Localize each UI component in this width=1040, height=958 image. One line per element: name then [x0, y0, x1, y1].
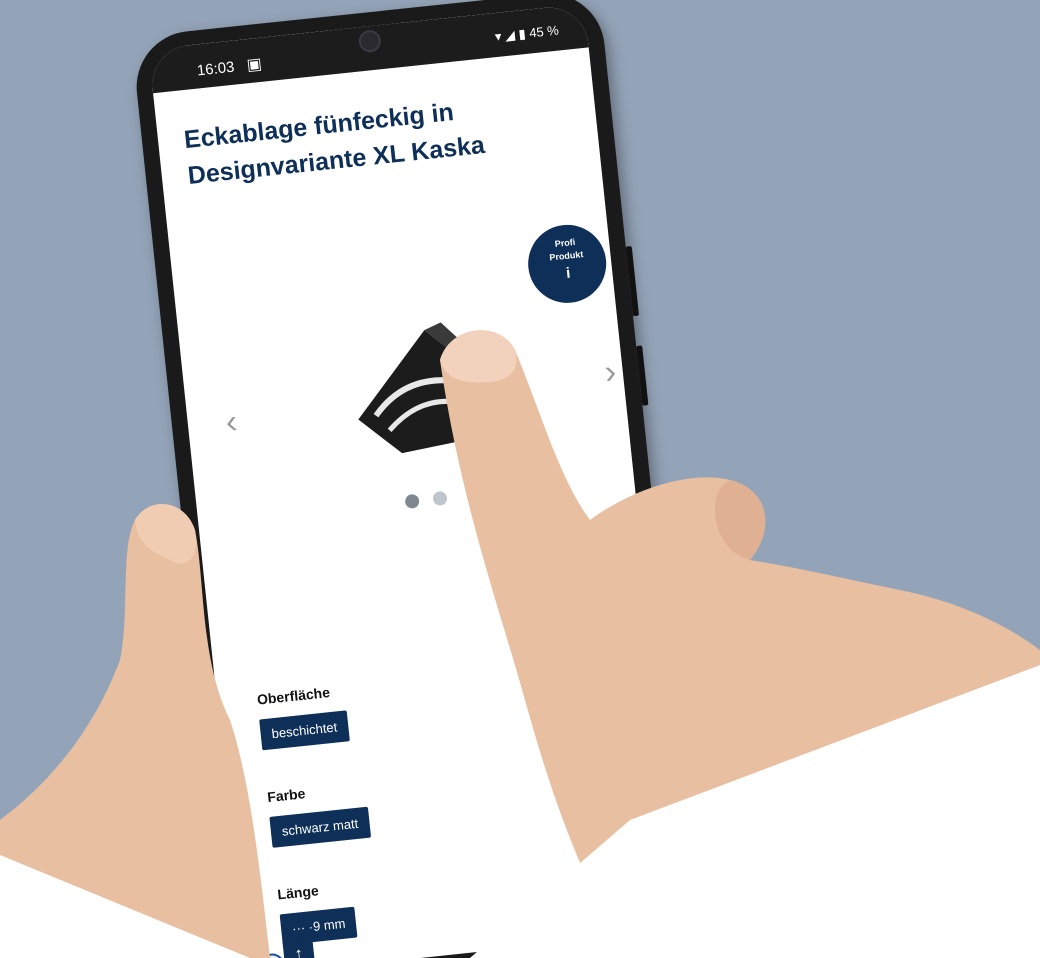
photo-scene: 16:03 ▣ ▾ ◢ ▮ 45 % Eckablage fünfeckig i…	[0, 0, 1040, 958]
decorative-white-wedge	[0, 665, 1040, 958]
